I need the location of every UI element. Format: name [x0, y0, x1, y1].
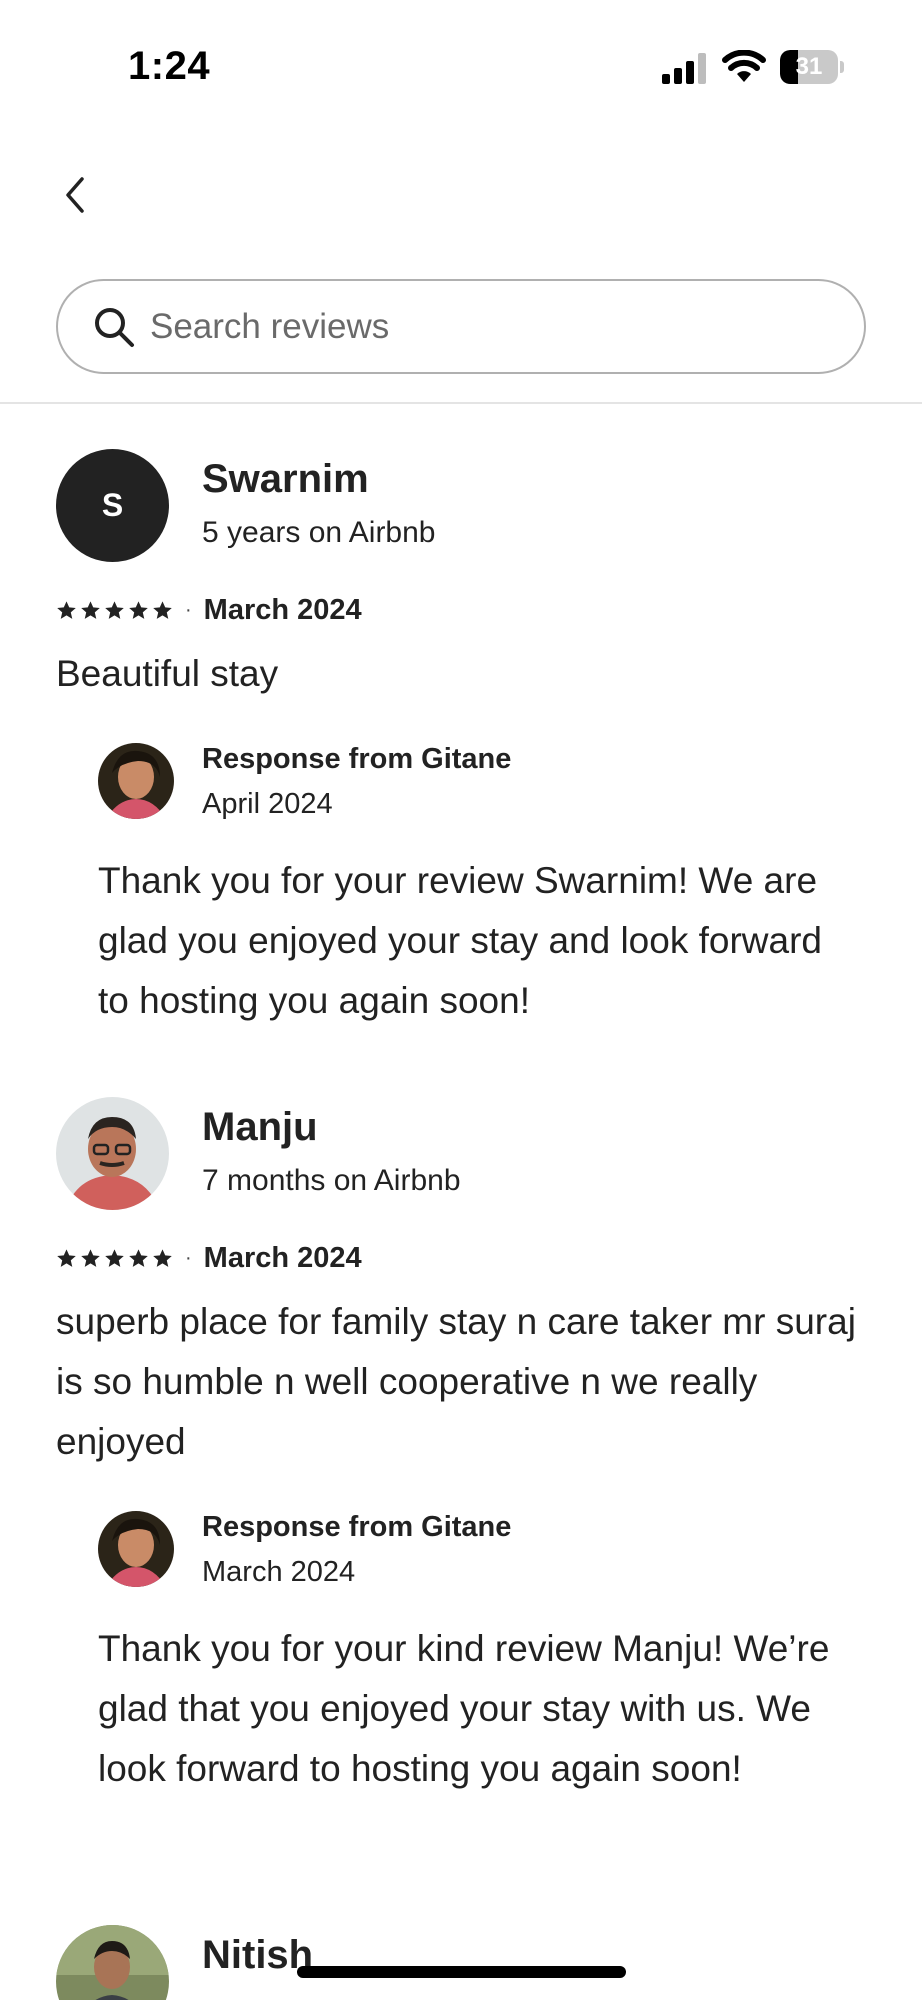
cellular-signal-icon: [662, 53, 706, 84]
response-date: March 2024: [202, 1556, 356, 1588]
reviewer-photo-icon: [56, 1925, 169, 2000]
star-icon: [81, 1248, 100, 1267]
reviewer-tenure: 5 years on Airbnb: [202, 516, 436, 549]
search-box[interactable]: [56, 279, 866, 374]
review-date: March 2024: [203, 1241, 362, 1274]
star-icon: [105, 1248, 124, 1267]
search-input[interactable]: [150, 281, 840, 372]
reviewer-photo-icon: [56, 1097, 169, 1210]
review-text: Beautiful stay: [56, 653, 279, 694]
reviewer-tenure: 7 months on Airbnb: [202, 1164, 461, 1197]
star-icon: [153, 1248, 172, 1267]
response-title: Response from Gitane: [202, 1511, 512, 1543]
wifi-icon: [722, 50, 766, 82]
rating-line: · March 2024: [56, 592, 362, 628]
back-button[interactable]: [50, 170, 100, 220]
response-text: Thank you for your kind review Manju! We…: [98, 1628, 830, 1789]
star-icon: [57, 1248, 76, 1267]
battery-level: 31: [795, 53, 823, 80]
host-avatar[interactable]: [98, 1511, 174, 1587]
avatar[interactable]: S: [56, 449, 169, 562]
divider: [0, 402, 922, 404]
avatar[interactable]: [56, 1925, 169, 2000]
reviews-screen: 1:24 31 Search reviews S Swarnim 5 years…: [0, 0, 922, 2000]
reviewer-name: Swarnim: [202, 457, 369, 501]
star-rating: [56, 600, 173, 621]
host-photo-icon: [98, 1511, 174, 1587]
response-text: Thank you for your review Swarnim! We ar…: [98, 860, 822, 1021]
star-icon: [57, 600, 76, 619]
review-text: superb place for family stay n care take…: [56, 1301, 856, 1462]
search-icon: [95, 308, 134, 347]
star-icon: [81, 600, 100, 619]
star-icon: [129, 1248, 148, 1267]
home-indicator: [297, 1966, 626, 1978]
star-icon: [105, 600, 124, 619]
status-bar: 1:24 31: [0, 0, 922, 130]
review-date: March 2024: [203, 593, 362, 626]
status-time: 1:24: [128, 44, 211, 88]
response-title: Response from Gitane: [202, 743, 512, 775]
battery-icon: 31: [780, 50, 844, 84]
chevron-left-icon: [66, 177, 84, 213]
star-icon: [129, 600, 148, 619]
avatar[interactable]: [56, 1097, 169, 1210]
host-photo-icon: [98, 743, 174, 819]
star-rating: [56, 1248, 173, 1269]
host-avatar[interactable]: [98, 743, 174, 819]
response-date: April 2024: [202, 788, 333, 820]
separator-dot: ·: [185, 1246, 192, 1269]
reviewer-name: Manju: [202, 1105, 318, 1149]
separator-dot: ·: [185, 598, 192, 621]
rating-line: · March 2024: [56, 1240, 362, 1276]
star-icon: [153, 600, 172, 619]
